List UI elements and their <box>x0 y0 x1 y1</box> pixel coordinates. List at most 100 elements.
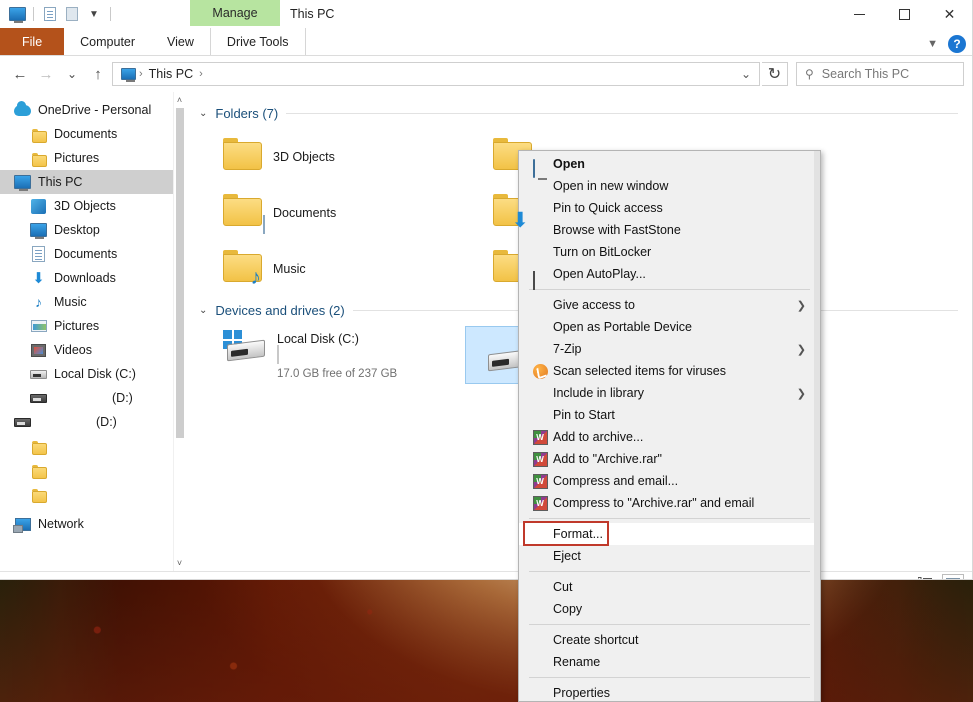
menu-item-open[interactable]: Open <box>519 153 820 175</box>
recent-locations-button[interactable]: ⌄ <box>60 62 84 86</box>
menu-item-properties[interactable]: Properties <box>519 682 820 701</box>
menu-item-create-shortcut[interactable]: Create shortcut <box>519 629 820 651</box>
menu-item-open-as-portable-device[interactable]: Open as Portable Device <box>519 316 820 338</box>
breadcrumb-separator-end[interactable]: › <box>197 68 205 80</box>
sidebar-item-music[interactable]: ♪ Music <box>0 290 185 314</box>
sidebar-item-documents[interactable]: Documents <box>0 242 185 266</box>
folder-icon <box>30 486 47 503</box>
address-bar-row: ← → ⌄ ↑ › This PC › ⌄ ↻ ⚲ Search This PC <box>0 56 972 92</box>
sidebar-item-drive-d-1[interactable]: (D:) <box>0 386 185 410</box>
sidebar-item-network[interactable]: Network <box>0 512 185 536</box>
sidebar-item-drive-d-2[interactable]: (D:) <box>0 410 185 434</box>
cube-icon <box>30 198 47 215</box>
folder-tile-documents[interactable]: Documents <box>195 185 465 241</box>
sidebar-item-desktop[interactable]: Desktop <box>0 218 185 242</box>
folder-tile-music[interactable]: ♪ Music <box>195 241 465 297</box>
menu-item-pin-to-quick-access[interactable]: Pin to Quick access <box>519 197 820 219</box>
navigation-scrollbar[interactable]: ˄ ˅ <box>173 92 185 571</box>
sidebar-item-redacted-3[interactable] <box>0 482 185 506</box>
group-header-folders[interactable]: ⌄ Folders (7) <box>199 106 972 121</box>
antivirus-icon <box>529 363 551 379</box>
minimize-button[interactable] <box>837 0 882 29</box>
drive-free-space: 17.0 GB free of 237 GB <box>277 368 398 380</box>
menu-item-browse-with-faststone[interactable]: Browse with FastStone <box>519 219 820 241</box>
menu-item-cut[interactable]: Cut <box>519 576 820 598</box>
scroll-up-icon[interactable]: ˄ <box>174 92 185 108</box>
tab-computer[interactable]: Computer <box>64 29 151 55</box>
menu-icon-blank <box>529 548 551 564</box>
sidebar-item-onedrive-pictures[interactable]: Pictures <box>0 146 185 170</box>
tab-drive-tools[interactable]: Drive Tools <box>209 28 306 55</box>
sidebar-item-label: Local Disk (C:) <box>54 367 136 381</box>
sidebar-item-redacted-1[interactable] <box>0 434 185 458</box>
customize-chevron-icon[interactable]: ▼ <box>85 6 103 22</box>
menu-item-compress-and-email[interactable]: Compress and email... <box>519 470 820 492</box>
sidebar-item-this-pc[interactable]: This PC <box>0 170 185 194</box>
forward-button[interactable]: → <box>34 62 58 86</box>
chevron-down-icon[interactable]: ⌄ <box>199 108 207 119</box>
tab-file[interactable]: File <box>0 28 65 55</box>
menu-item-rename[interactable]: Rename <box>519 651 820 673</box>
sidebar-item-onedrive[interactable]: OneDrive - Personal <box>0 98 185 122</box>
winrar-icon <box>529 429 551 445</box>
drive-icon <box>30 390 47 407</box>
chevron-down-icon[interactable]: ▼ <box>927 38 938 50</box>
tab-view[interactable]: View <box>151 29 210 55</box>
this-pc-icon[interactable] <box>8 6 26 23</box>
tile-label: Music <box>273 262 306 276</box>
menu-item-7-zip[interactable]: 7-Zip ❯ <box>519 338 820 360</box>
sidebar-item-local-disk-c[interactable]: Local Disk (C:) <box>0 362 185 386</box>
back-button[interactable]: ← <box>8 62 32 86</box>
sidebar-item-3d-objects[interactable]: 3D Objects <box>0 194 185 218</box>
menu-item-format[interactable]: Format... <box>519 521 820 546</box>
status-item-count: 9 items <box>10 577 49 580</box>
menu-item-eject[interactable]: Eject <box>519 545 820 567</box>
chevron-down-icon[interactable]: ⌄ <box>199 305 207 316</box>
search-box[interactable]: ⚲ Search This PC <box>796 62 964 86</box>
drive-tile-local-disk-c[interactable]: Local Disk (C:) 17.0 GB free of 237 GB <box>195 326 465 392</box>
menu-item-add-to-archive[interactable]: Add to archive... <box>519 426 820 448</box>
menu-icon-blank <box>529 200 551 216</box>
sidebar-item-videos[interactable]: Videos <box>0 338 185 362</box>
help-icon[interactable]: ? <box>948 35 966 53</box>
menu-item-turn-on-bitlocker[interactable]: Turn on BitLocker <box>519 241 820 263</box>
address-bar[interactable]: › This PC › ⌄ <box>112 62 760 86</box>
sidebar-item-pictures[interactable]: Pictures <box>0 314 185 338</box>
menu-item-compress-to-archive-and-email[interactable]: Compress to "Archive.rar" and email <box>519 492 820 514</box>
menu-item-label: Pin to Start <box>553 408 615 422</box>
drive-icon <box>14 414 31 431</box>
menu-separator <box>529 289 810 290</box>
menu-icon-blank <box>529 407 551 423</box>
address-dropdown-icon[interactable]: ⌄ <box>735 63 757 85</box>
scrollbar-thumb[interactable] <box>176 108 184 438</box>
document-icon <box>30 246 47 263</box>
up-button[interactable]: ↑ <box>86 62 110 86</box>
large-icons-view-icon[interactable] <box>942 574 964 579</box>
sidebar-item-downloads[interactable]: ⬇ Downloads <box>0 266 185 290</box>
details-view-icon[interactable] <box>914 574 936 579</box>
properties-icon[interactable] <box>41 6 59 22</box>
menu-item-scan-for-viruses[interactable]: Scan selected items for viruses <box>519 360 820 382</box>
close-button[interactable]: ✕ <box>927 0 972 29</box>
chevron-right-icon: ❯ <box>796 299 806 312</box>
scroll-down-icon[interactable]: ˅ <box>174 555 185 571</box>
picture-icon <box>30 318 47 335</box>
divider <box>33 7 34 21</box>
sidebar-item-redacted-2[interactable] <box>0 458 185 482</box>
sidebar-item-label: Documents <box>54 247 118 261</box>
menu-item-open-in-new-window[interactable]: Open in new window <box>519 175 820 197</box>
menu-item-copy[interactable]: Copy <box>519 598 820 620</box>
sidebar-item-onedrive-documents[interactable]: Documents <box>0 122 185 146</box>
menu-item-add-to-archive-rar[interactable]: Add to "Archive.rar" <box>519 448 820 470</box>
menu-item-pin-to-start[interactable]: Pin to Start <box>519 404 820 426</box>
menu-item-open-autoplay[interactable]: Open AutoPlay... <box>519 263 820 285</box>
new-folder-icon[interactable] <box>63 6 81 22</box>
folder-tile-3d-objects[interactable]: 3D Objects <box>195 129 465 185</box>
menu-item-give-access-to[interactable]: Give access to ❯ <box>519 294 820 316</box>
search-icon: ⚲ <box>805 67 814 81</box>
menu-item-label: Eject <box>553 549 581 563</box>
menu-item-include-in-library[interactable]: Include in library ❯ <box>519 382 820 404</box>
breadcrumb-item-this-pc[interactable]: This PC <box>145 67 197 81</box>
maximize-button[interactable] <box>882 0 927 29</box>
refresh-button[interactable]: ↻ <box>762 62 788 86</box>
